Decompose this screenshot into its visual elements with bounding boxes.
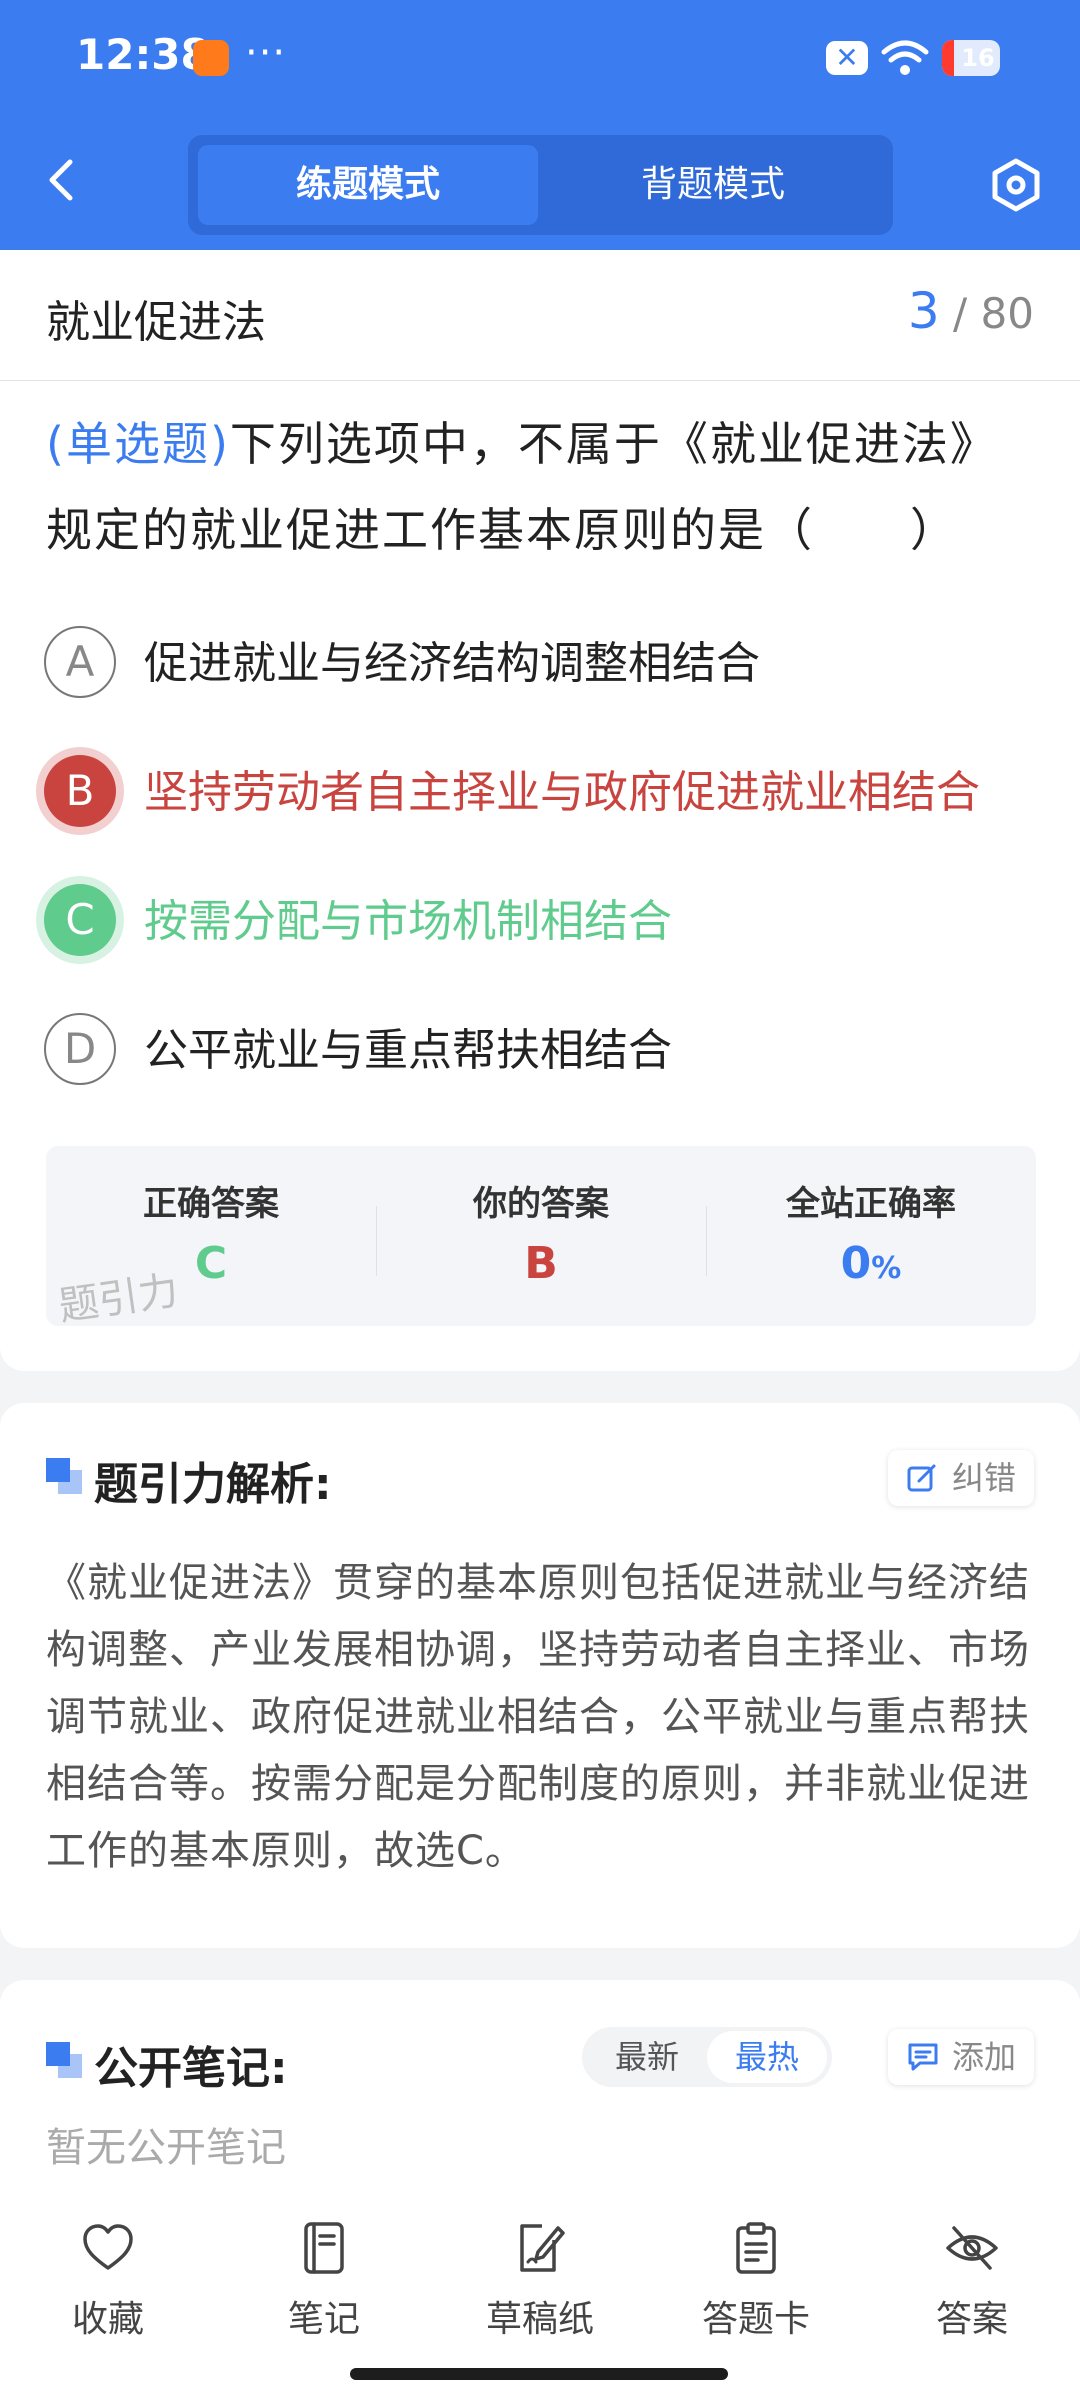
your-answer-value: B	[524, 1238, 558, 1289]
question-progress: 3 / 80	[908, 282, 1034, 340]
accuracy-number: 0	[840, 1238, 872, 1289]
answer-label: 答案	[935, 2299, 1008, 2340]
option-c[interactable]: C 按需分配与市场机制相结合	[44, 884, 1044, 960]
option-text: 公平就业与重点帮扶相结合	[144, 1025, 672, 1076]
draft-paper-button[interactable]: 草稿纸	[460, 2220, 620, 2342]
no-sim-icon: ✕	[826, 41, 868, 75]
home-indicator[interactable]	[350, 2368, 728, 2380]
wifi-icon	[881, 40, 929, 75]
question-type: (单选题)	[46, 417, 230, 471]
option-letter: B	[44, 755, 116, 827]
analysis-text: 《就业促进法》贯穿的基本原则包括促进就业与经济结构调整、产业发展相协调，坚持劳动…	[46, 1560, 1030, 1874]
accuracy-label: 全站正确率	[786, 1184, 956, 1224]
clipboard-icon	[736, 2222, 776, 2274]
total-questions: 80	[980, 289, 1034, 338]
add-note-label: 添加	[951, 2038, 1016, 2076]
accuracy-unit: %	[871, 1251, 902, 1286]
notes-sort-toggle: 最新 最热	[582, 2027, 832, 2087]
current-question-number: 3	[907, 282, 940, 340]
back-button[interactable]	[40, 150, 84, 210]
status-time: 12:38	[76, 30, 210, 79]
analysis-title: 题引力解析:	[94, 1459, 332, 1510]
sort-hottest[interactable]: 最热	[707, 2031, 827, 2083]
empty-notes-text: 暂无公开笔记	[46, 2125, 286, 2171]
chapter-header: 就业促进法 3 / 80	[0, 250, 1080, 381]
question-card: (单选题)下列选项中，不属于《就业促进法》规定的就业促进工作基本原则的是（ ） …	[0, 381, 1080, 1371]
option-letter: D	[44, 1013, 116, 1085]
draft-paper-label: 草稿纸	[485, 2299, 594, 2340]
answer-summary: 正确答案 C 题引力 你的答案 B 全站正确率 0%	[46, 1146, 1036, 1330]
option-d[interactable]: D 公平就业与重点帮扶相结合	[44, 1013, 1044, 1089]
tab-practice-mode[interactable]: 练题模式	[198, 145, 538, 225]
settings-icon[interactable]	[988, 157, 1044, 213]
favorite-label: 收藏	[71, 2299, 144, 2340]
notes-label: 笔记	[287, 2299, 360, 2340]
battery-icon: 16	[942, 40, 1000, 76]
heart-icon	[83, 2224, 133, 2270]
question-stem: (单选题)下列选项中，不属于《就业促进法》规定的就业促进工作基本原则的是（ ）	[46, 401, 1036, 573]
option-text: 促进就业与经济结构调整相结合	[144, 638, 760, 689]
sort-latest[interactable]: 最新	[587, 2027, 707, 2087]
app-notification-icon	[193, 40, 229, 76]
analysis-card: 题引力解析: 纠错 《就业促进法》贯穿的基本原则包括促进就业与经济结构调整、产业…	[0, 1403, 1080, 1948]
tab-memorize-mode[interactable]: 背题模式	[543, 145, 883, 225]
edit-icon	[907, 1464, 936, 1492]
report-error-label: 纠错	[951, 1459, 1016, 1497]
more-notifications-icon: ···	[245, 30, 287, 76]
your-answer-column: 你的答案 B	[376, 1146, 706, 1326]
eye-off-icon	[946, 2226, 998, 2270]
your-answer-label: 你的答案	[473, 1184, 609, 1224]
section-icon	[46, 2042, 82, 2078]
section-icon	[46, 1458, 82, 1494]
accuracy-column: 全站正确率 0%	[706, 1146, 1036, 1326]
option-text: 按需分配与市场机制相结合	[144, 896, 672, 947]
mode-toggle: 练题模式 背题模式	[188, 135, 893, 235]
progress-separator: /	[953, 289, 968, 338]
option-letter: C	[44, 884, 116, 956]
option-letter: A	[44, 626, 116, 698]
chapter-title: 就业促进法	[46, 297, 266, 348]
option-text: 坚持劳动者自主择业与政府促进就业相结合	[144, 767, 980, 818]
answer-button[interactable]: 答案	[892, 2220, 1052, 2342]
favorite-button[interactable]: 收藏	[28, 2220, 188, 2342]
draft-icon	[520, 2224, 565, 2272]
answer-sheet-label: 答题卡	[701, 2299, 810, 2340]
accuracy-value: 0%	[706, 1238, 1036, 1289]
add-note-button[interactable]: 添加	[887, 2029, 1034, 2085]
top-bar: 12:38 ··· ✕ 16 练题模式 背题模式	[0, 0, 1080, 250]
correct-answer-label: 正确答案	[143, 1184, 279, 1224]
option-b[interactable]: B 坚持劳动者自主择业与政府促进就业相结合	[44, 755, 1044, 831]
battery-level: 16	[961, 44, 995, 72]
answer-sheet-button[interactable]: 答题卡	[676, 2220, 836, 2342]
correct-answer-column: 正确答案 C 题引力	[46, 1146, 376, 1330]
notes-title: 公开笔记:	[94, 2043, 288, 2094]
notes-button[interactable]: 笔记	[244, 2220, 404, 2342]
report-error-button[interactable]: 纠错	[887, 1450, 1034, 1506]
option-a[interactable]: A 促进就业与经济结构调整相结合	[44, 626, 1044, 702]
notebook-icon	[304, 2222, 344, 2274]
comment-icon	[908, 2043, 938, 2071]
